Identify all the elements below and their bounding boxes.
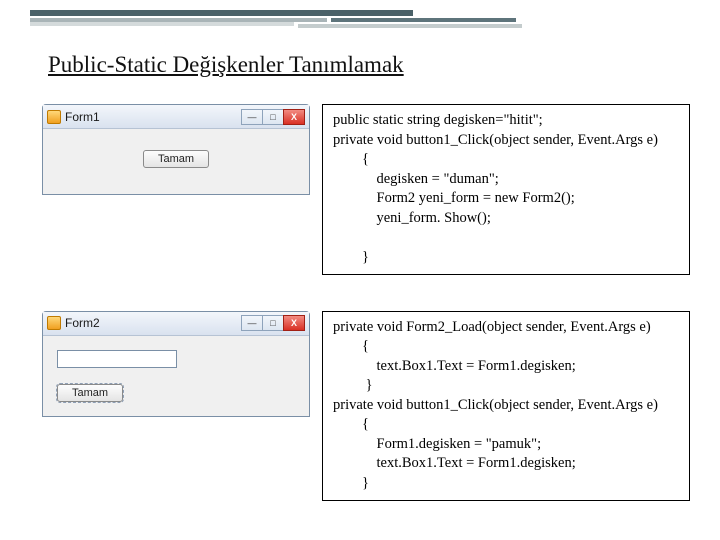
form2-client-area: Tamam [43, 336, 309, 416]
app-icon [47, 110, 61, 124]
form2-titlebar: Form2 — □ X [43, 312, 309, 336]
form1-screenshot: Form1 — □ X Tamam [42, 104, 310, 195]
close-button[interactable]: X [283, 315, 305, 331]
example-row-2: Form2 — □ X Tamam private void Form2_Loa… [42, 311, 690, 501]
form2-caption: Form2 [65, 316, 100, 330]
form2-window: Form2 — □ X Tamam [42, 311, 310, 417]
slide-header-decoration [0, 0, 720, 34]
form1-titlebar: Form1 — □ X [43, 105, 309, 129]
close-button[interactable]: X [283, 109, 305, 125]
form2-screenshot: Form2 — □ X Tamam [42, 311, 310, 417]
minimize-button[interactable]: — [241, 315, 263, 331]
maximize-button[interactable]: □ [262, 315, 284, 331]
maximize-button[interactable]: □ [262, 109, 284, 125]
app-icon [47, 316, 61, 330]
form2-textbox[interactable] [57, 350, 177, 368]
minimize-button[interactable]: — [241, 109, 263, 125]
form1-tamam-button[interactable]: Tamam [143, 150, 209, 168]
example-row-1: Form1 — □ X Tamam public static string d… [42, 104, 690, 275]
page-title: Public-Static Değişkenler Tanımlamak [48, 52, 404, 78]
slide-content: Form1 — □ X Tamam public static string d… [42, 104, 690, 501]
form2-tamam-button[interactable]: Tamam [57, 384, 123, 402]
code-block-form1: public static string degisken="hitit"; p… [322, 104, 690, 275]
code-block-form2: private void Form2_Load(object sender, E… [322, 311, 690, 501]
form1-caption: Form1 [65, 110, 100, 124]
form1-window: Form1 — □ X Tamam [42, 104, 310, 195]
form1-client-area: Tamam [43, 129, 309, 194]
